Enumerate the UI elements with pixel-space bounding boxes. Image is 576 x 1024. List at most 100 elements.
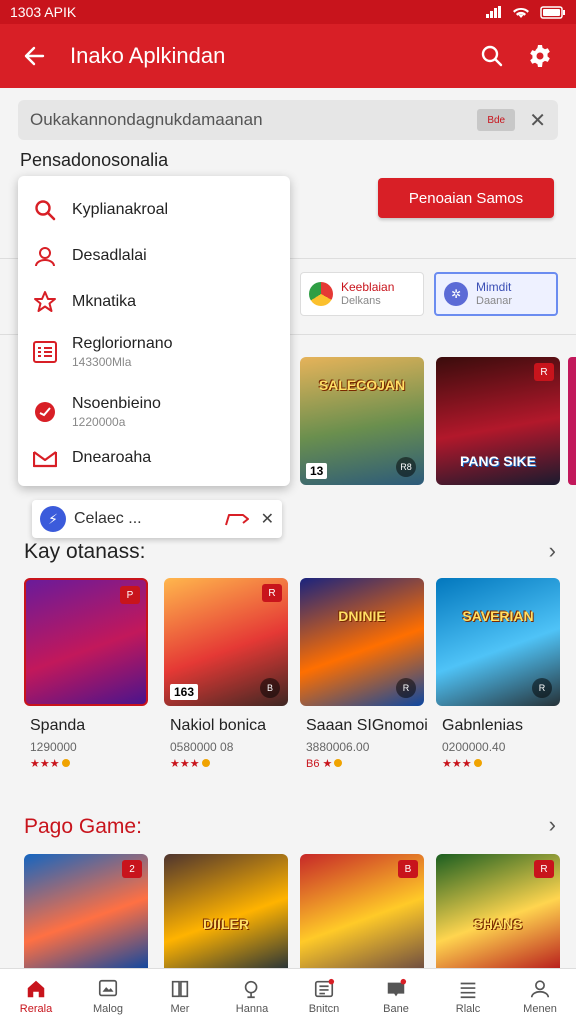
chip-sub: Daanar <box>476 295 513 307</box>
status-bar: 1303 APIK <box>0 0 576 24</box>
badge-icon: 2 <box>122 860 142 878</box>
game-tile[interactable]: R 163 B <box>164 578 288 706</box>
menu-item-label: Mknatika <box>72 293 137 310</box>
toast-close-button[interactable]: ✕ <box>261 509 274 529</box>
game-meta: 0200000.40 <box>442 740 506 754</box>
nav-item-list[interactable]: Bnitcn <box>288 969 360 1024</box>
menu-item[interactable]: Mknatika <box>18 278 290 326</box>
list-icon <box>314 978 335 998</box>
app-bar: Inako Aplkindan <box>0 24 576 88</box>
nav-item-label: Bane <box>383 1003 409 1015</box>
menu-item-label: Kyplianakroal <box>72 201 169 218</box>
dropdown-menu: Kyplianakroal Desadlalai Mknatika Reglor… <box>18 176 290 486</box>
game-name: Nakiol bonica <box>170 717 267 734</box>
nav-item-label: Malog <box>93 1003 123 1015</box>
rating-dot <box>61 759 70 767</box>
share-icon[interactable] <box>224 511 249 527</box>
age-rating: 13 <box>306 463 328 479</box>
menu-item[interactable]: Dnearoaha <box>18 434 290 482</box>
badge-icon: P <box>120 586 140 604</box>
rating-stars: ★★★ <box>442 758 472 770</box>
settings-button[interactable] <box>520 36 560 76</box>
game-tile[interactable]: P <box>24 578 148 706</box>
book-icon <box>171 980 189 998</box>
badge-icon: R <box>534 363 554 381</box>
category-chip[interactable]: ✲ Mimdit Daanar <box>434 272 558 316</box>
rating-dot <box>473 759 482 767</box>
chevron-right-icon[interactable]: › <box>549 538 556 564</box>
game-tile-partial[interactable] <box>568 357 576 485</box>
nav-item-gallery[interactable]: Malog <box>72 969 144 1024</box>
nav-item-label: Menen <box>523 1003 557 1015</box>
search-icon <box>481 45 503 67</box>
search-bar: Bde ✕ <box>18 100 558 140</box>
game-tile[interactable]: DNINIE R <box>300 578 424 706</box>
category-chip[interactable]: Keeblaian Delkans <box>300 272 424 316</box>
clear-search-button[interactable]: ✕ <box>529 108 546 133</box>
badge-icon: R8 <box>396 457 416 477</box>
chevron-right-icon[interactable]: › <box>549 812 556 838</box>
inbox-icon <box>33 451 57 468</box>
chip-title: Keeblaian <box>341 280 395 294</box>
rating-stars: ★★★ <box>170 758 200 770</box>
primary-action-button[interactable]: Penoaian Samos <box>378 178 554 218</box>
menu-item-sub: 143300Mla <box>72 355 132 369</box>
game-tile[interactable]: B <box>300 854 424 970</box>
menu-item-sub: 1220000a <box>72 415 126 429</box>
wifi-icon <box>513 7 529 18</box>
colorwheel-icon <box>309 282 333 306</box>
gallery-icon <box>98 979 118 997</box>
nav-item-home[interactable]: Rerala <box>0 969 72 1024</box>
game-logo: SALECOJAN <box>318 377 406 393</box>
stack-icon <box>460 982 476 999</box>
badge-icon: R <box>396 678 416 698</box>
menu-item[interactable]: Desadlalai <box>18 232 290 280</box>
person-icon <box>35 247 55 267</box>
status-time: 1303 APIK <box>10 4 77 20</box>
game-rating: ★★★ <box>442 757 482 770</box>
back-button[interactable] <box>16 38 52 74</box>
menu-item-label: Desadlalai <box>72 247 147 264</box>
game-tile[interactable]: SALECOJAN 13 R8 <box>300 357 424 485</box>
search-button[interactable] <box>472 36 512 76</box>
game-tile[interactable]: 2 <box>24 854 148 970</box>
bottom-nav: Rerala Malog Mer Hanna Bnitcn Bane Rlalc Menen <box>0 968 576 1024</box>
toast-text: Celaec ... <box>74 510 142 527</box>
rating-dot <box>201 759 210 767</box>
gear-icon <box>530 45 550 67</box>
game-logo: DIILER <box>203 916 249 932</box>
game-tile[interactable]: R SHANS <box>436 854 560 970</box>
game-icon: ✲ <box>444 282 468 306</box>
age-rating: 163 <box>170 684 199 700</box>
game-name: Spanda <box>30 717 86 734</box>
menu-item[interactable]: Nsoenbieino 1220000a <box>18 382 290 442</box>
menu-item[interactable]: Kyplianakroal <box>18 186 290 234</box>
game-logo: SHANS <box>473 916 523 932</box>
chip-sub: Delkans <box>341 295 381 307</box>
nav-item-label: Bnitcn <box>308 1003 340 1015</box>
search-icon <box>244 980 258 999</box>
nav-item-stack[interactable]: Rlalc <box>432 969 504 1024</box>
game-rating: B6 ★ <box>306 757 343 770</box>
search-filter-chip[interactable]: Bde <box>477 109 516 131</box>
battery-icon <box>540 5 565 19</box>
badge-icon: B <box>398 860 418 878</box>
game-tile[interactable]: SAVERIAN R <box>436 578 560 706</box>
nav-item-profile[interactable]: Menen <box>504 969 576 1024</box>
nav-item-book[interactable]: Mer <box>144 969 216 1024</box>
game-name: Saaan SIGnomoi <box>306 717 428 734</box>
game-rating: ★★★ <box>30 757 70 770</box>
rating-stars: ★★★ <box>30 758 60 770</box>
nav-item-search[interactable]: Hanna <box>216 969 288 1024</box>
search-input[interactable] <box>30 110 478 130</box>
rating-dot <box>334 759 343 767</box>
game-tile[interactable]: R PANG SIKE <box>436 357 560 485</box>
nav-item-tray[interactable]: Bane <box>360 969 432 1024</box>
nav-item-label: Hanna <box>235 1003 269 1015</box>
game-tile[interactable]: DIILER <box>164 854 288 970</box>
menu-item-label: Nsoenbieino <box>72 395 161 412</box>
page-title: Inako Aplkindan <box>70 43 226 68</box>
menu-item[interactable]: Regloriornano 143300Mla <box>18 322 290 382</box>
game-logo: PANG SIKE <box>460 453 536 469</box>
nav-item-label: Rerala <box>19 1003 53 1015</box>
